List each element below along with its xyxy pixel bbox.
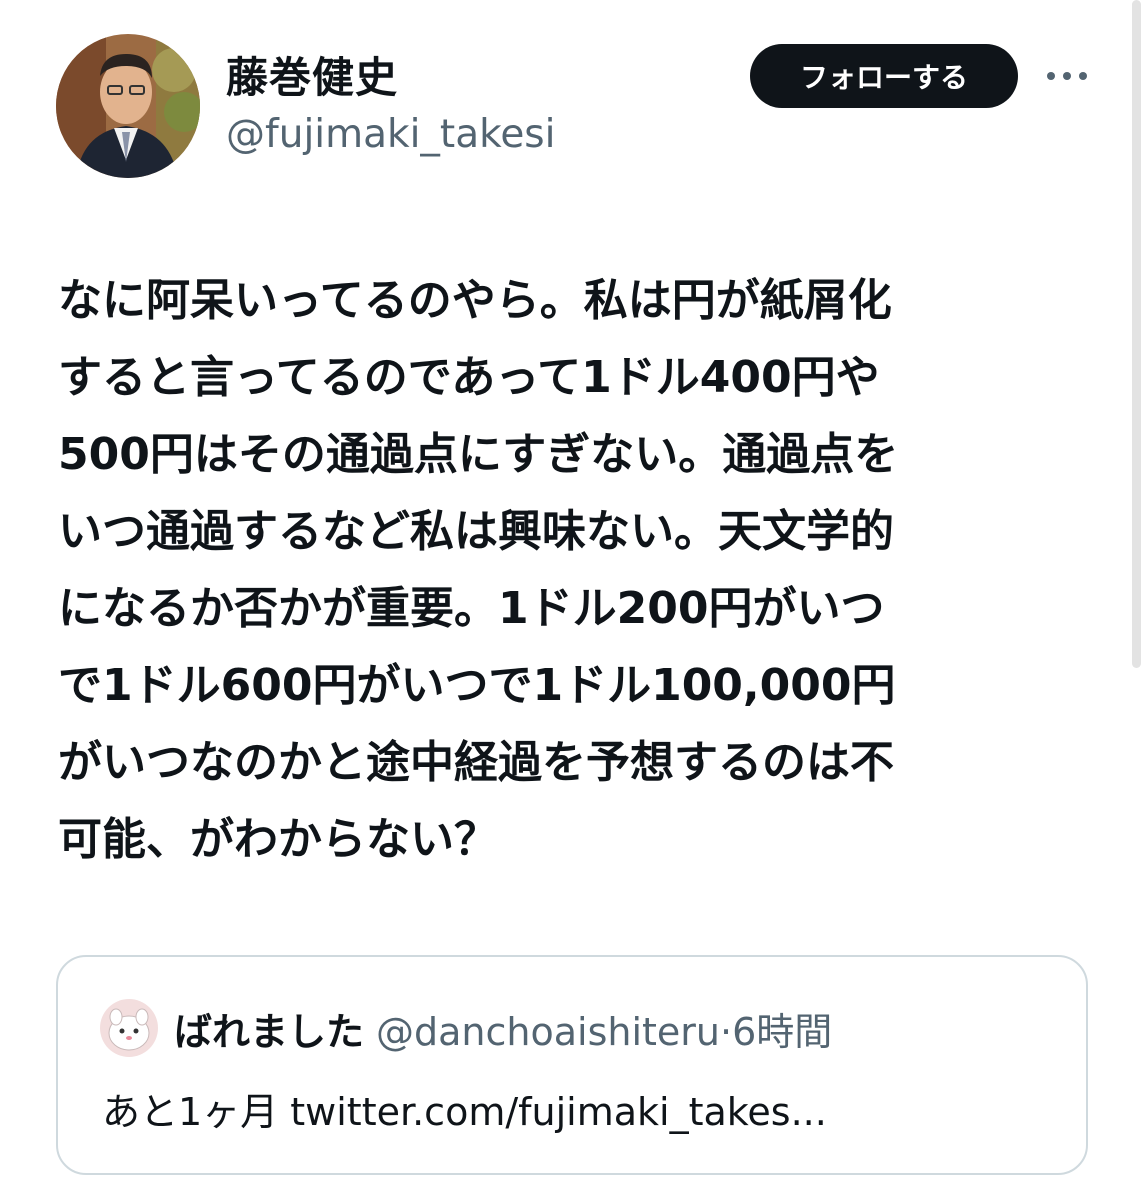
quoted-author-avatar[interactable] [100, 999, 158, 1057]
scrollbar[interactable] [1132, 0, 1141, 668]
quoted-author-handle[interactable]: @danchoaishiteru [376, 1010, 720, 1054]
follow-button[interactable]: フォローする [750, 44, 1018, 108]
more-options-button[interactable] [1044, 58, 1090, 94]
quoted-tweet-text: あと1ヶ月 twitter.com/fujimaki_takes... [102, 1090, 827, 1134]
author-handle[interactable]: @fujimaki_takesi [226, 112, 555, 157]
author-display-name[interactable]: 藤巻健史 [226, 44, 398, 105]
quoted-separator: · [720, 1010, 733, 1054]
quoted-tweet-header: ばれました @danchoaishiteru·6時間 [174, 1001, 832, 1056]
quoted-tweet-card[interactable]: ばれました @danchoaishiteru·6時間 あと1ヶ月 twitter.… [56, 955, 1088, 1175]
more-horizontal-icon [1047, 72, 1087, 80]
tweet-text: なに阿呆いってるのやら。私は円が紙屑化 すると言ってるのであって1ドル400円や… [58, 275, 899, 865]
author-avatar[interactable] [56, 34, 200, 178]
quoted-timestamp[interactable]: 6時間 [732, 1010, 832, 1054]
quoted-author-display-name[interactable]: ばれました [174, 1010, 364, 1054]
